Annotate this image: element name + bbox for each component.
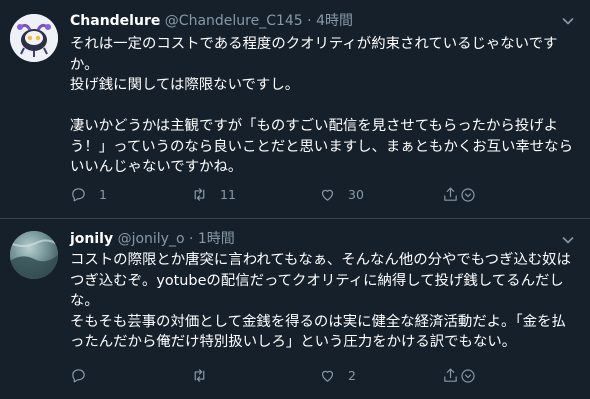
- share-icon: [444, 187, 457, 201]
- share-button[interactable]: [442, 365, 459, 385]
- tweet-text: それは一定のコストである程度のクオリティが約束されているじゃないですか。 投げ銭…: [70, 36, 573, 175]
- caret-down-icon[interactable]: [560, 13, 576, 29]
- like-count: 30: [348, 186, 364, 202]
- more-icon[interactable]: [461, 187, 475, 202]
- caret-down-icon[interactable]: [560, 232, 576, 248]
- tweet[interactable]: jonily @jonily_o · 1時間 コストの際限とか唐突に言われてもな…: [0, 219, 590, 399]
- reply-button[interactable]: [70, 365, 99, 385]
- separator: ·: [307, 13, 312, 29]
- reply-icon: [72, 187, 85, 201]
- share-icon: [444, 368, 457, 382]
- timestamp[interactable]: 4時間: [316, 13, 353, 29]
- reply-count: 1: [99, 186, 107, 202]
- retweet-count: 11: [220, 186, 236, 202]
- display-name[interactable]: jonily: [70, 231, 113, 247]
- retweet-button[interactable]: 11: [191, 184, 236, 204]
- avatar[interactable]: [10, 231, 58, 279]
- share-button[interactable]: [442, 184, 459, 204]
- more-icon[interactable]: [461, 368, 475, 383]
- tweet[interactable]: Chandelure @Chandelure_C145 · 4時間 それは一定の…: [0, 0, 590, 219]
- handle[interactable]: @Chandelure_C145: [165, 13, 303, 29]
- avatar[interactable]: [10, 14, 58, 62]
- tweet-header: Chandelure @Chandelure_C145 · 4時間: [70, 12, 353, 30]
- like-icon: [321, 189, 334, 201]
- retweet-button[interactable]: [191, 365, 220, 385]
- tweet-header: jonily @jonily_o · 1時間: [70, 230, 235, 248]
- tweet-text: コストの際限とか唐突に言われてもなぁ、そんなん他の分やでもつぎ込む奴はつぎ込むぞ…: [70, 252, 571, 350]
- reply-button[interactable]: 1: [70, 184, 107, 204]
- retweet-icon: [194, 187, 205, 201]
- like-count: 2: [348, 367, 356, 383]
- like-button[interactable]: 30: [319, 184, 364, 204]
- like-icon: [321, 370, 334, 382]
- handle[interactable]: @jonily_o: [118, 231, 185, 247]
- display-name[interactable]: Chandelure: [70, 13, 160, 29]
- action-bar: 2: [70, 365, 490, 385]
- chandelure-avatar-icon: [10, 14, 58, 62]
- action-bar: 1 11 30: [70, 184, 490, 204]
- timestamp[interactable]: 1時間: [198, 231, 235, 247]
- jonily-avatar-icon: [10, 231, 58, 279]
- separator: ·: [188, 231, 194, 247]
- retweet-icon: [194, 368, 205, 382]
- reply-icon: [72, 368, 85, 382]
- like-button[interactable]: 2: [319, 365, 356, 385]
